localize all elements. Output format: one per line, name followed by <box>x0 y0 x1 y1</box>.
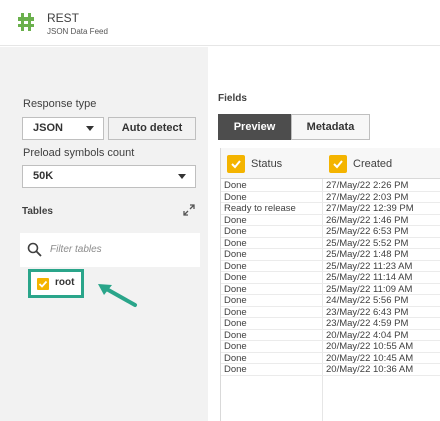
tables-label: Tables <box>22 206 53 217</box>
auto-detect-button[interactable]: Auto detect <box>108 117 196 140</box>
table-row: Done 27/May/22 2:26 PM <box>221 180 440 192</box>
cell-created: 25/May/22 11:23 AM <box>326 260 413 272</box>
response-type-label: Response type <box>23 98 97 110</box>
cell-status: Done <box>224 237 247 249</box>
cell-created: 25/May/22 1:48 PM <box>326 249 409 260</box>
column-label-status: Status <box>251 158 283 170</box>
cell-status: Done <box>224 352 247 364</box>
connector-title: REST <box>47 11 80 25</box>
column-header-status[interactable]: Status <box>227 155 317 173</box>
preload-symbols-label: Preload symbols count <box>23 147 135 159</box>
tab-preview[interactable]: Preview <box>218 114 291 140</box>
cell-created: 20/May/22 10:45 AM <box>326 352 414 364</box>
preload-symbols-value: 50K <box>33 170 54 182</box>
table-item-root[interactable]: root <box>28 269 84 298</box>
expand-icon[interactable] <box>183 204 195 216</box>
table-header: Status Created <box>221 148 440 179</box>
cell-created: 27/May/22 2:26 PM <box>326 180 409 191</box>
cell-created: 20/May/22 10:55 AM <box>326 341 414 352</box>
cell-created: 27/May/22 2:03 PM <box>326 191 409 203</box>
response-type-select[interactable]: JSON <box>22 117 104 140</box>
cell-created: 24/May/22 5:56 PM <box>326 295 409 306</box>
fields-label: Fields <box>218 93 247 104</box>
table-row: Done 20/May/22 10:36 AM <box>221 364 440 376</box>
table-row: Done 25/May/22 1:48 PM <box>221 249 440 261</box>
table-row: Done 23/May/22 6:43 PM <box>221 306 440 318</box>
checkbox-checked-icon[interactable] <box>329 155 347 173</box>
chevron-down-icon <box>86 126 94 131</box>
cell-status: Done <box>224 214 247 226</box>
cell-created: 25/May/22 11:14 AM <box>326 272 413 283</box>
cell-created: 27/May/22 12:39 PM <box>326 203 414 214</box>
checkbox-checked-icon[interactable] <box>37 278 49 290</box>
table-row: Done 23/May/22 4:59 PM <box>221 318 440 330</box>
column-header-created[interactable]: Created <box>329 155 439 173</box>
cell-status: Done <box>224 306 247 318</box>
cell-status: Done <box>224 283 247 295</box>
cell-created: 25/May/22 6:53 PM <box>326 226 409 237</box>
table-row: Done 25/May/22 6:53 PM <box>221 226 440 238</box>
table-row: Done 20/May/22 4:04 PM <box>221 329 440 341</box>
cell-status: Done <box>224 364 247 375</box>
cell-status: Ready to release <box>224 203 296 214</box>
response-type-value: JSON <box>33 122 63 134</box>
table-row: Done 26/May/22 1:46 PM <box>221 214 440 226</box>
table-row: Done 25/May/22 11:23 AM <box>221 260 440 272</box>
column-label-created: Created <box>353 158 393 170</box>
filter-tables-placeholder: Filter tables <box>50 244 102 255</box>
table-row: Ready to release 27/May/22 12:39 PM <box>221 203 440 215</box>
tab-metadata[interactable]: Metadata <box>291 114 370 140</box>
search-icon <box>27 242 42 257</box>
connector-subtitle: JSON Data Feed <box>47 27 108 36</box>
cell-status: Done <box>224 260 247 272</box>
cell-created: 20/May/22 4:04 PM <box>326 329 409 341</box>
cell-status: Done <box>224 226 247 237</box>
table-row: Done 20/May/22 10:55 AM <box>221 341 440 353</box>
table-row: Done 27/May/22 2:03 PM <box>221 191 440 203</box>
cell-status: Done <box>224 295 247 306</box>
cell-created: 25/May/22 11:09 AM <box>326 283 413 295</box>
cell-created: 23/May/22 6:43 PM <box>326 306 409 318</box>
chevron-down-icon <box>178 174 186 179</box>
cell-status: Done <box>224 272 247 283</box>
table-item-label: root <box>55 277 75 288</box>
table-row: Done 25/May/22 11:14 AM <box>221 272 440 284</box>
rest-connector-icon <box>18 13 34 31</box>
table-rows: Done 27/May/22 2:26 PM Done 27/May/22 2:03… <box>221 180 440 376</box>
cell-created: 26/May/22 1:46 PM <box>326 214 409 226</box>
table-row: Done 25/May/22 11:09 AM <box>221 283 440 295</box>
preload-symbols-select[interactable]: 50K <box>22 165 196 188</box>
preview-table: Status Created Done 27/May/22 2:26 PM Don… <box>220 148 440 421</box>
cell-created: 23/May/22 4:59 PM <box>326 318 409 329</box>
table-row: Done 24/May/22 5:56 PM <box>221 295 440 307</box>
table-row: Done 25/May/22 5:52 PM <box>221 237 440 249</box>
cell-status: Done <box>224 341 247 352</box>
pointer-arrow-icon <box>98 284 137 307</box>
table-row: Done 20/May/22 10:45 AM <box>221 352 440 364</box>
cell-status: Done <box>224 329 247 341</box>
cell-status: Done <box>224 249 247 260</box>
connector-header: REST JSON Data Feed <box>0 0 440 46</box>
cell-created: 20/May/22 10:36 AM <box>326 364 414 375</box>
cell-created: 25/May/22 5:52 PM <box>326 237 409 249</box>
filter-tables-input[interactable]: Filter tables <box>20 233 200 267</box>
checkbox-checked-icon[interactable] <box>227 155 245 173</box>
cell-status: Done <box>224 191 247 203</box>
cell-status: Done <box>224 180 247 191</box>
cell-status: Done <box>224 318 247 329</box>
